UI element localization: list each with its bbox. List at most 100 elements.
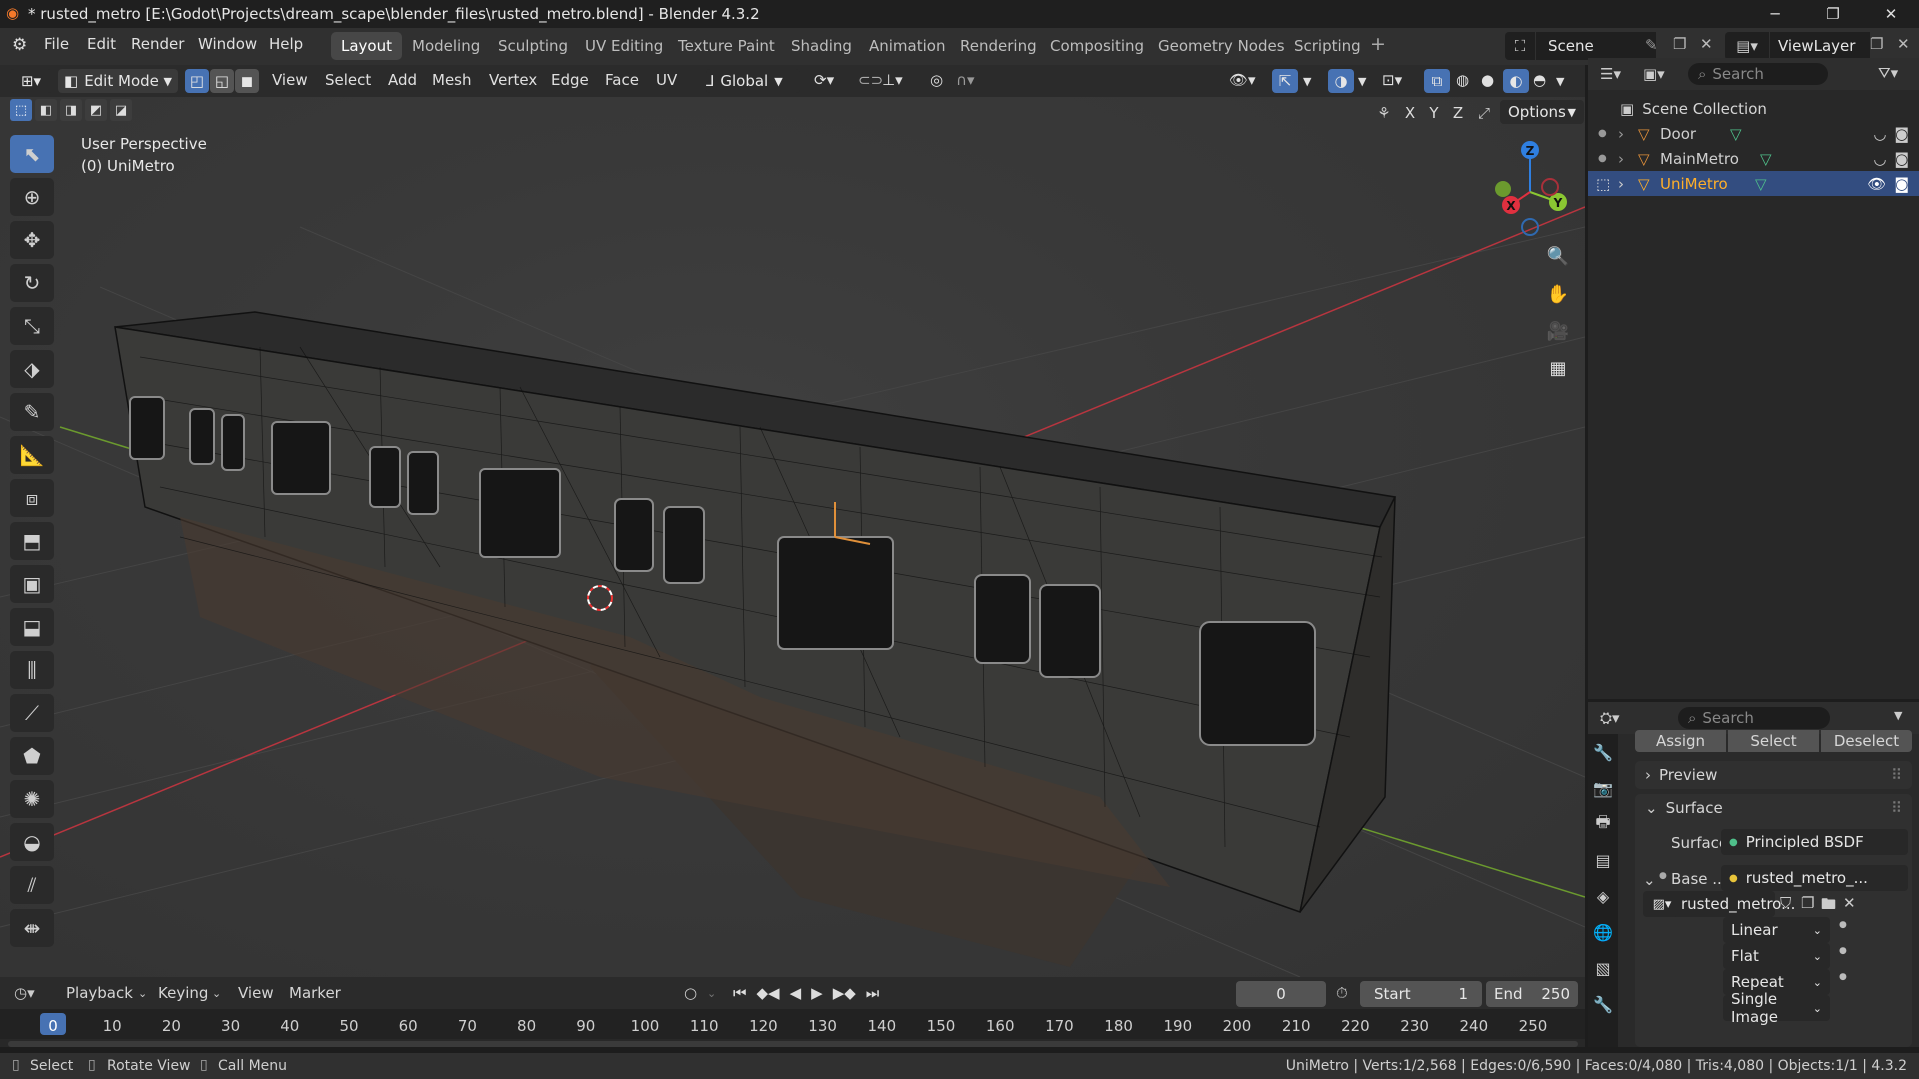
solid-shading-icon[interactable]: ● [1481, 71, 1494, 89]
projection-dropdown[interactable]: Flat ⌄ [1723, 943, 1830, 969]
mode-dropdown[interactable]: ◧ Edit Mode ▼ [58, 69, 178, 93]
chevron-down-icon[interactable]: ▼ [1894, 709, 1902, 722]
add-workspace-icon[interactable]: + [1370, 33, 1386, 55]
hidden-eye-icon[interactable]: ◡ [1873, 150, 1886, 168]
modifier-tab-icon[interactable]: 🔧 [1588, 986, 1618, 1022]
options-dropdown[interactable]: Options ▼ [1500, 100, 1584, 124]
delete-scene-icon[interactable]: ✕ [1700, 35, 1713, 53]
navigation-gizmo[interactable]: Z Y X [1480, 137, 1590, 247]
scene-collection-row[interactable]: ▣ Scene Collection [1588, 96, 1919, 121]
surface-panel-header[interactable]: ⌄ Surface ⠿ [1635, 794, 1912, 822]
assign-button[interactable]: Assign [1635, 730, 1726, 752]
minimize-icon[interactable]: ─ [1746, 0, 1804, 28]
poly-build-icon[interactable]: ⬟ [10, 737, 54, 775]
tab-geometry-nodes[interactable]: Geometry Nodes [1148, 32, 1295, 60]
shrink-fatten-icon[interactable]: ⇼ [10, 909, 54, 947]
current-frame-field[interactable]: 0 [1236, 981, 1326, 1007]
knife-icon[interactable]: ⟋ [10, 694, 54, 732]
stopwatch-icon[interactable]: ⏱ [1336, 984, 1348, 1002]
play-icon[interactable]: ▶ [811, 984, 823, 1002]
snap-target-icon[interactable]: ⊥▾ [882, 71, 903, 89]
tab-scripting[interactable]: Scripting [1284, 32, 1371, 60]
proportional-edit-icon[interactable]: ◎ [930, 71, 943, 89]
end-frame-field[interactable]: End 250 [1486, 981, 1578, 1007]
list-item-selected[interactable]: ⬚ › ▽ UniMetro ▽ 👁 ◙ [1588, 171, 1919, 196]
tab-texture-paint[interactable]: Texture Paint [668, 32, 785, 60]
view-layer-field[interactable]: ViewLayer [1770, 32, 1870, 60]
menu-file[interactable]: File [44, 35, 69, 53]
drag-handle-icon[interactable]: ⠿ [1891, 799, 1902, 817]
tab-sculpting[interactable]: Sculpting [488, 32, 578, 60]
keyframe-dot-icon[interactable]: ● [1839, 920, 1847, 930]
extrude-icon[interactable]: ⬒ [10, 522, 54, 560]
chevron-down-icon[interactable]: ⌄ [1643, 871, 1656, 889]
xray-toggle-icon[interactable]: ⧉ [1424, 69, 1450, 93]
image-name-field[interactable]: rusted_metro... [1673, 891, 1795, 917]
menu-view[interactable]: View [272, 71, 308, 89]
unlink-icon[interactable]: ✕ [1843, 894, 1856, 912]
overlay-toggle-icon[interactable]: ◑ [1328, 69, 1354, 93]
deselect-button[interactable]: Deselect [1821, 730, 1912, 752]
expand-chevron-icon[interactable]: › [1618, 175, 1638, 193]
material-shading-icon[interactable]: ◐ [1503, 69, 1529, 93]
interpolation-dropdown[interactable]: Linear ⌄ [1723, 917, 1830, 943]
axis-x-toggle[interactable]: X [1399, 104, 1421, 122]
inset-icon[interactable]: ▣ [10, 565, 54, 603]
chevron-down-icon[interactable]: ▼ [1556, 75, 1564, 88]
maximize-icon[interactable]: ❐ [1804, 0, 1862, 28]
pivot-icon[interactable]: ⟳▾ [814, 71, 834, 89]
spin-icon[interactable]: ✺ [10, 780, 54, 818]
chevron-down-icon[interactable]: ▼ [1358, 75, 1366, 88]
select-subtract-icon[interactable]: ◨ [60, 99, 82, 121]
tab-shading[interactable]: Shading [781, 32, 862, 60]
face-select-icon[interactable]: ◼ [235, 69, 259, 93]
open-image-icon[interactable]: 🖿 [1821, 894, 1836, 919]
timeline-editor-icon[interactable]: ◷▾ [14, 984, 35, 1002]
rotate-icon[interactable]: ↻ [10, 264, 54, 302]
keyframe-dot-icon[interactable]: ● [1839, 972, 1847, 982]
properties-search-input[interactable]: ⌕ Search [1678, 707, 1830, 729]
menu-keying[interactable]: Keying [158, 984, 208, 1002]
perspective-toggle-icon[interactable]: ▦ [1542, 352, 1574, 384]
properties-editor-icon[interactable]: ⛭▾ [1600, 709, 1620, 727]
menu-edit[interactable]: Edit [87, 35, 116, 53]
menu-uv[interactable]: UV [656, 71, 677, 89]
list-item[interactable]: ● › ▽ Door ▽ ◡ ◙ [1588, 121, 1919, 146]
scene-field[interactable]: Scene [1536, 32, 1656, 60]
wireframe-shading-icon[interactable]: ◍ [1456, 71, 1469, 89]
timeline-scrollbar[interactable] [8, 1041, 1578, 1047]
chevron-down-icon[interactable]: ▼ [1303, 75, 1311, 88]
smooth-icon[interactable]: ◒ [10, 823, 54, 861]
select-box-icon[interactable]: ⬉ [10, 135, 54, 173]
3d-viewport[interactable]: User Perspective (0) UniMetro ⚘ X Y Z ⤢ … [0, 97, 1585, 977]
render-camera-icon[interactable]: ◙ [1894, 175, 1909, 193]
menu-help[interactable]: Help [269, 35, 303, 53]
display-mode-icon[interactable]: ▣▾ [1643, 65, 1665, 83]
scene-icon[interactable]: ⛶ [1505, 32, 1535, 60]
list-item[interactable]: ● › ▽ MainMetro ▽ ◡ ◙ [1588, 146, 1919, 171]
mirror-icon[interactable]: ⤢ [1471, 104, 1497, 122]
bevel-icon[interactable]: ⬓ [10, 608, 54, 646]
tab-animation[interactable]: Animation [859, 32, 955, 60]
expand-chevron-icon[interactable]: › [1618, 125, 1638, 143]
rendered-shading-icon[interactable]: ◓ [1533, 71, 1546, 89]
eye-icon[interactable]: 👁 [1867, 175, 1886, 193]
filter-icon[interactable]: ⛛▾ [1878, 64, 1898, 82]
tab-compositing[interactable]: Compositing [1040, 32, 1154, 60]
outliner-editor-icon[interactable]: ☰▾ [1600, 65, 1621, 83]
menu-window[interactable]: Window [198, 35, 257, 53]
new-scene-icon[interactable]: ❐ [1673, 35, 1686, 53]
fake-user-icon[interactable]: ⛉ [1780, 894, 1791, 912]
new-image-icon[interactable]: ❐ [1801, 894, 1814, 912]
menu-vertex[interactable]: Vertex [489, 71, 537, 89]
snap-icon[interactable]: ⊂⊃ [858, 71, 883, 89]
keyframe-dot-icon[interactable]: ● [1839, 946, 1847, 956]
axis-lock-icon[interactable]: ⚘ [1371, 104, 1397, 122]
menu-playback[interactable]: Playback [66, 984, 133, 1002]
move-icon[interactable]: ✥ [10, 221, 54, 259]
select-intersect-icon[interactable]: ◪ [110, 99, 132, 121]
tab-rendering[interactable]: Rendering [950, 32, 1047, 60]
measure-icon[interactable]: 📐 [10, 436, 54, 474]
menu-face[interactable]: Face [605, 71, 639, 89]
edge-slide-icon[interactable]: ⫽ [10, 866, 54, 904]
